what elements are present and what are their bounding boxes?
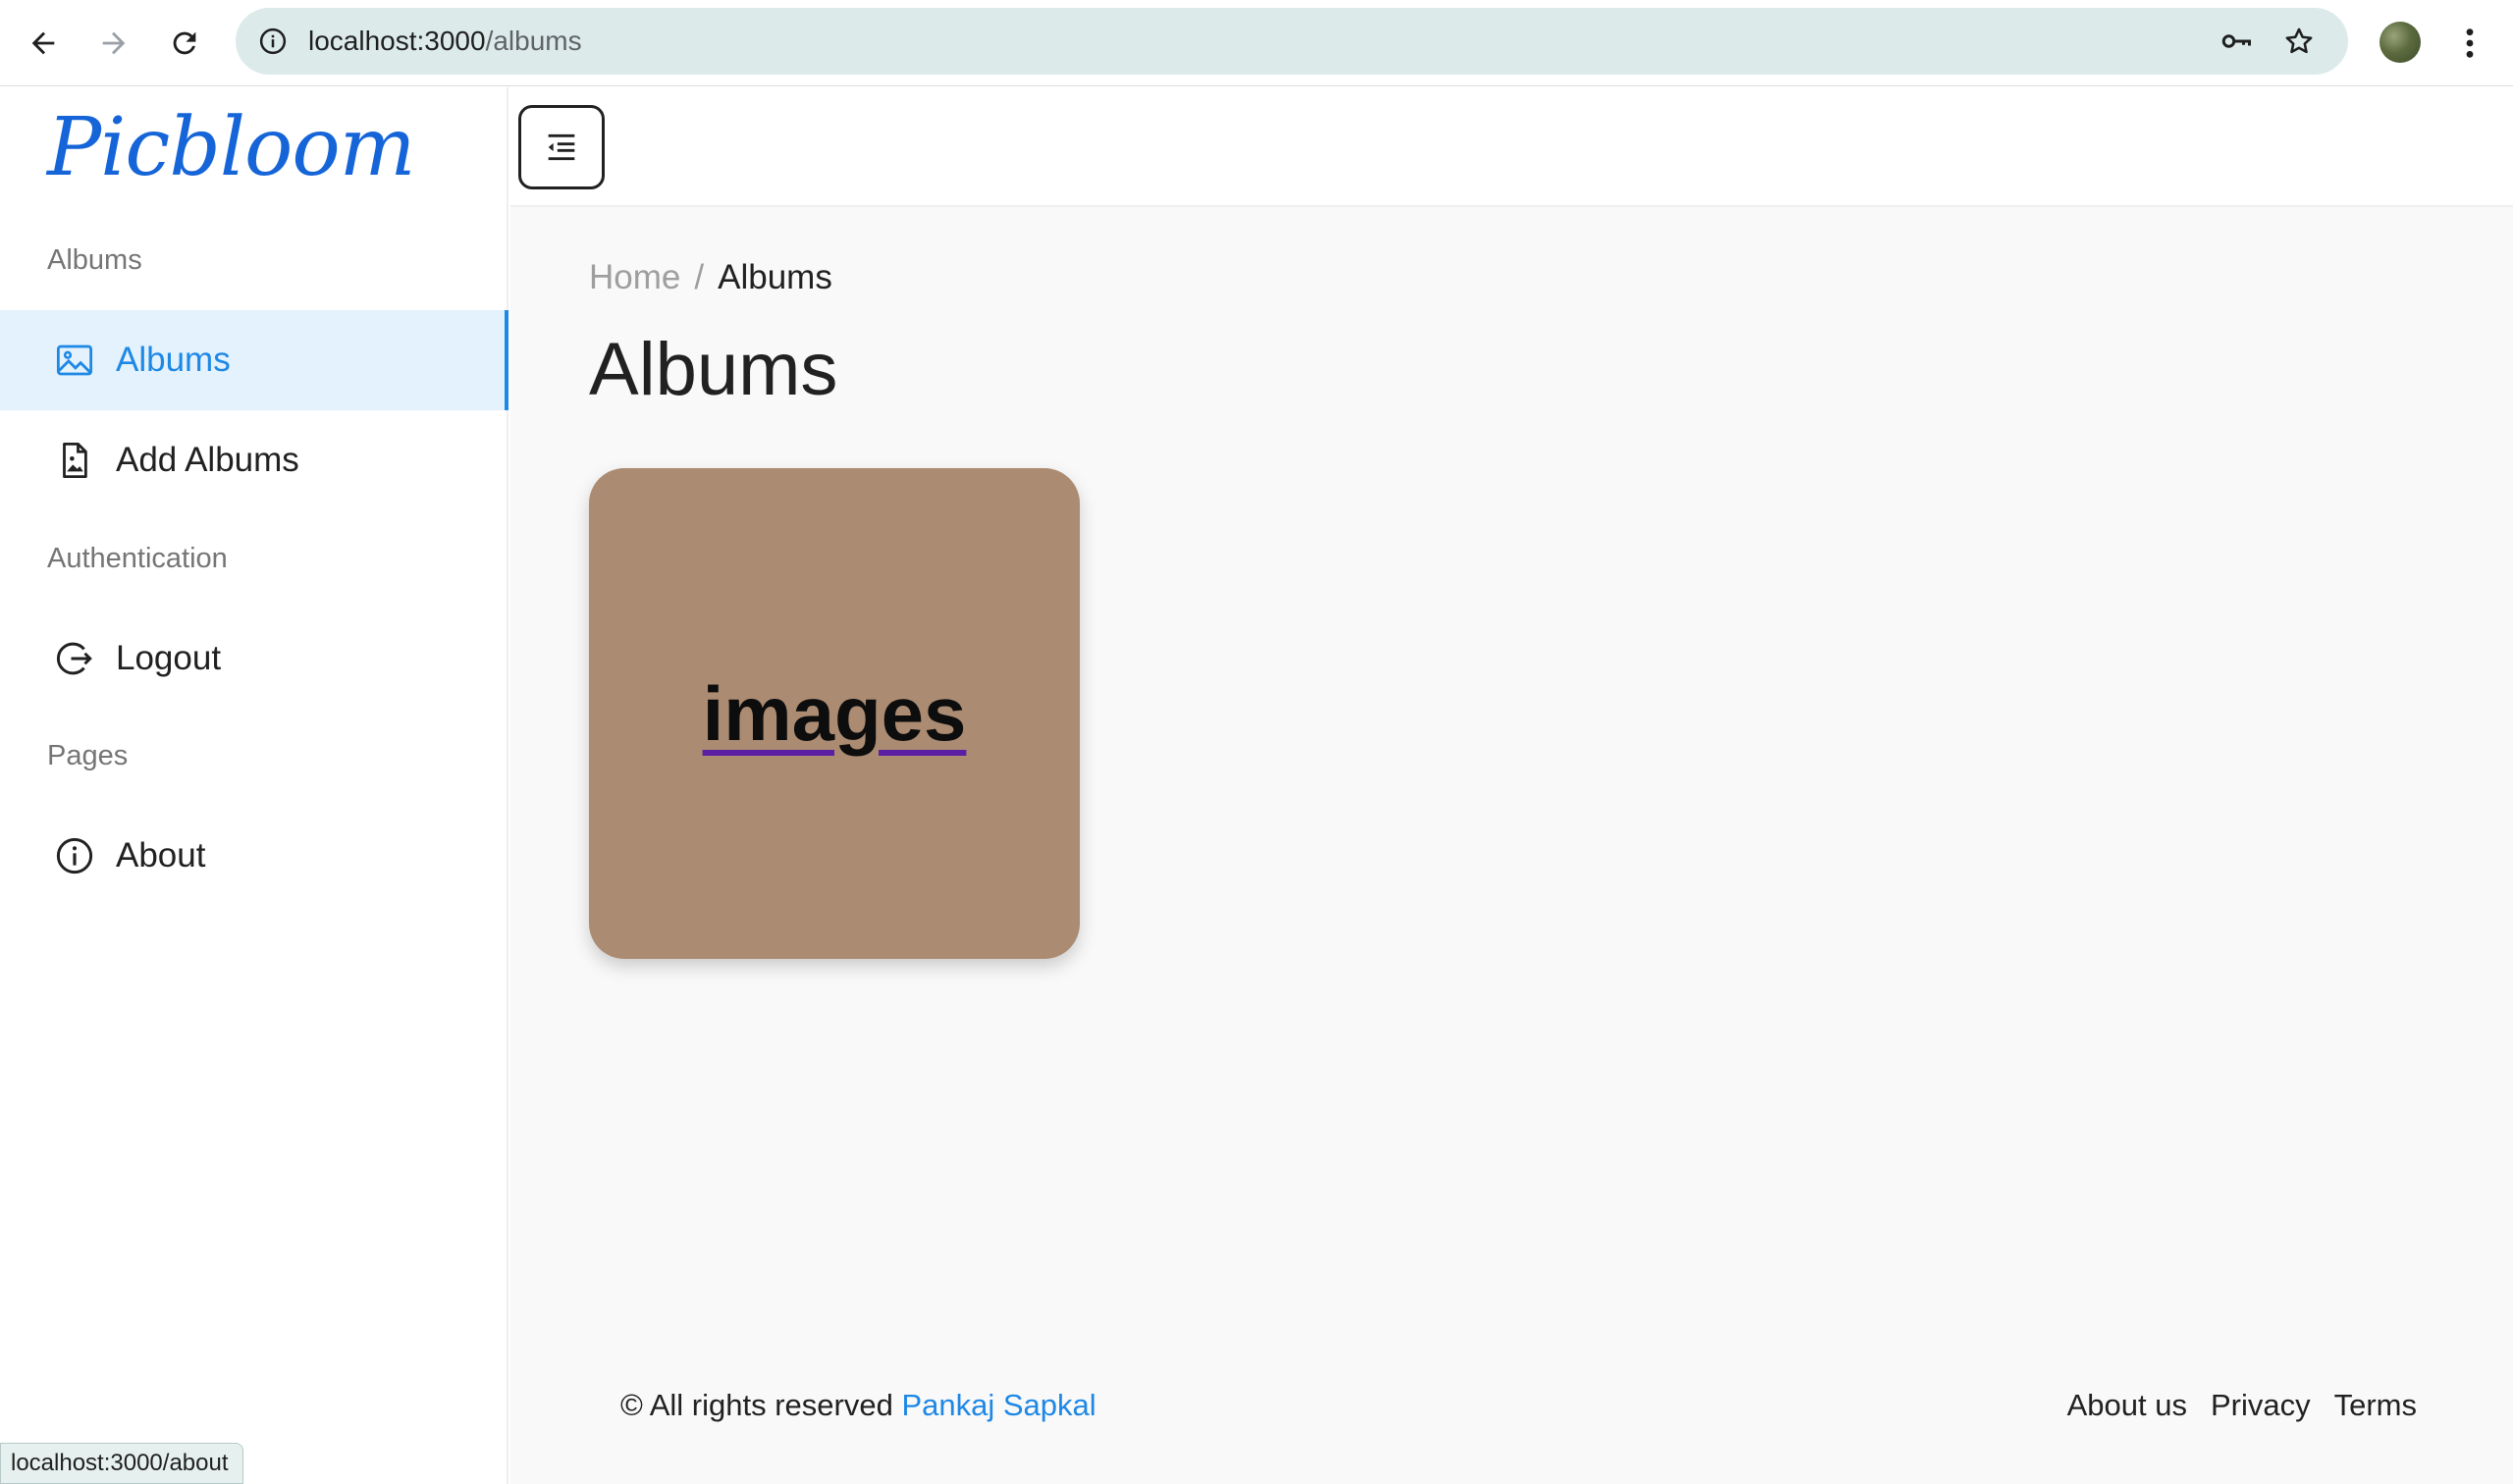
link-status-bubble: localhost:3000/about xyxy=(0,1443,243,1484)
file-image-icon xyxy=(53,439,96,482)
page-title: Albums xyxy=(589,328,838,411)
bookmark-star-icon[interactable] xyxy=(2279,22,2319,61)
footer-links: About us Privacy Terms xyxy=(2067,1388,2417,1423)
footer-copyright: © All rights reserved Pankaj Sapkal xyxy=(620,1388,1096,1423)
url-path: /albums xyxy=(485,26,582,56)
browser-toolbar: localhost:3000/albums xyxy=(0,0,2513,86)
topbar xyxy=(510,87,2513,207)
footer-copyright-text: © All rights reserved xyxy=(620,1388,893,1422)
sidebar-toggle-button[interactable] xyxy=(518,105,605,189)
menu-collapse-icon xyxy=(548,133,575,161)
password-key-icon[interactable] xyxy=(2217,22,2256,61)
main-content: Home / Albums Albums images © All rights r… xyxy=(510,207,2513,1484)
footer-link-about-us[interactable]: About us xyxy=(2067,1388,2187,1423)
sidebar-item-label: About xyxy=(116,836,206,874)
image-icon xyxy=(53,339,96,382)
logout-icon xyxy=(53,637,96,680)
sidebar-item-label: Logout xyxy=(116,639,222,677)
sidebar-item-label: Albums xyxy=(116,341,231,379)
breadcrumb-home[interactable]: Home xyxy=(589,258,680,296)
back-button[interactable] xyxy=(16,16,71,71)
breadcrumb-separator: / xyxy=(694,258,705,296)
breadcrumb: Home / Albums xyxy=(589,258,832,297)
sidebar: Picbloom Albums Albums Add Albums Authen… xyxy=(0,87,508,1484)
section-title-authentication: Authentication xyxy=(47,543,228,574)
url-host: localhost:3000 xyxy=(308,26,486,56)
info-circle-icon xyxy=(53,834,96,877)
section-title-albums: Albums xyxy=(47,244,142,276)
info-icon[interactable] xyxy=(253,22,293,61)
forward-arrow-icon xyxy=(102,31,126,55)
address-bar[interactable]: localhost:3000/albums xyxy=(236,8,2348,75)
footer-link-terms[interactable]: Terms xyxy=(2334,1388,2417,1423)
album-link[interactable]: images xyxy=(703,669,967,759)
sidebar-item-albums[interactable]: Albums xyxy=(0,310,508,410)
sidebar-item-label: Add Albums xyxy=(116,441,299,479)
album-card[interactable]: images xyxy=(589,468,1080,959)
sidebar-item-add-albums[interactable]: Add Albums xyxy=(0,410,508,510)
forward-button[interactable] xyxy=(86,16,141,71)
section-title-pages: Pages xyxy=(47,740,129,771)
back-arrow-icon xyxy=(31,31,55,55)
more-vert-icon[interactable] xyxy=(2448,16,2491,71)
profile-avatar[interactable] xyxy=(2379,22,2421,63)
url-text[interactable]: localhost:3000/albums xyxy=(308,8,582,75)
reload-button[interactable] xyxy=(157,16,212,71)
sidebar-item-logout[interactable]: Logout xyxy=(0,609,508,709)
brand-logo[interactable]: Picbloom xyxy=(47,101,416,194)
footer-author-link[interactable]: Pankaj Sapkal xyxy=(901,1388,1096,1422)
footer-link-privacy[interactable]: Privacy xyxy=(2211,1388,2311,1423)
reload-icon xyxy=(173,31,196,55)
breadcrumb-current: Albums xyxy=(718,258,832,296)
sidebar-item-about[interactable]: About xyxy=(0,806,508,906)
